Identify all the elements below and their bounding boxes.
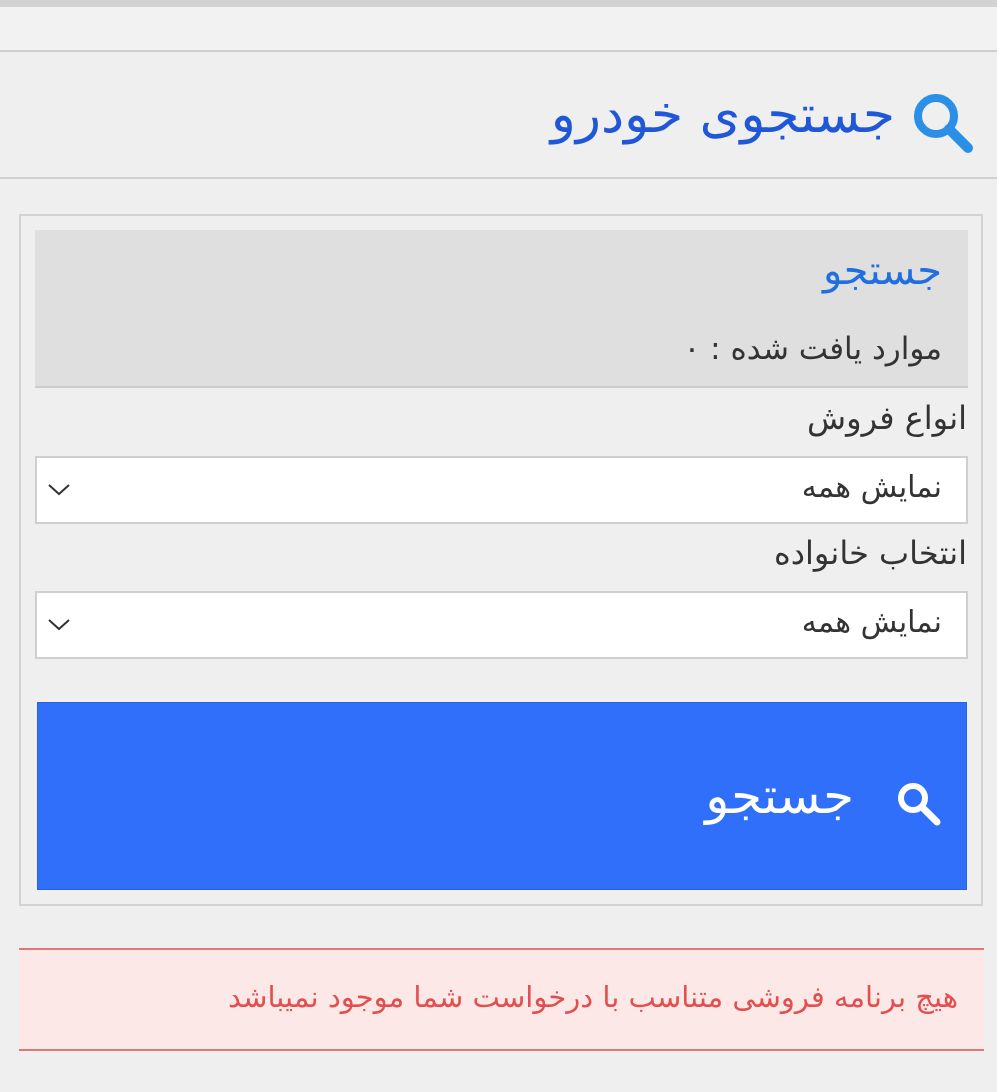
search-icon xyxy=(914,93,973,153)
results-title: جستجو xyxy=(823,248,942,294)
top-bar xyxy=(0,7,997,52)
search-button-label: جستجو xyxy=(705,767,854,825)
sale-types-selected-value: نمایش همه xyxy=(801,470,942,505)
family-select[interactable]: نمایش همه xyxy=(35,591,968,659)
no-results-alert: هیچ برنامه فروشی متناسب با درخواست شما م… xyxy=(19,948,984,1051)
family-label: انتخاب خانواده xyxy=(773,534,967,572)
alert-message: هیچ برنامه فروشی متناسب با درخواست شما م… xyxy=(227,980,958,1014)
results-count: موارد یافت شده : ۰ xyxy=(683,331,942,367)
sale-types-select[interactable]: نمایش همه xyxy=(35,456,968,524)
sale-types-label: انواع فروش xyxy=(807,399,967,437)
results-summary: جستجو موارد یافت شده : ۰ xyxy=(35,230,968,388)
top-strip xyxy=(0,0,997,7)
search-panel: جستجو موارد یافت شده : ۰ انواع فروش نمای… xyxy=(19,214,983,906)
chevron-down-icon xyxy=(48,484,70,496)
page-header: جستجوی خودرو xyxy=(0,52,997,179)
search-button[interactable]: جستجو xyxy=(37,702,967,890)
page-title: جستجوی خودرو xyxy=(550,84,895,145)
family-selected-value: نمایش همه xyxy=(801,605,942,640)
chevron-down-icon xyxy=(48,619,70,631)
search-icon xyxy=(898,783,941,826)
